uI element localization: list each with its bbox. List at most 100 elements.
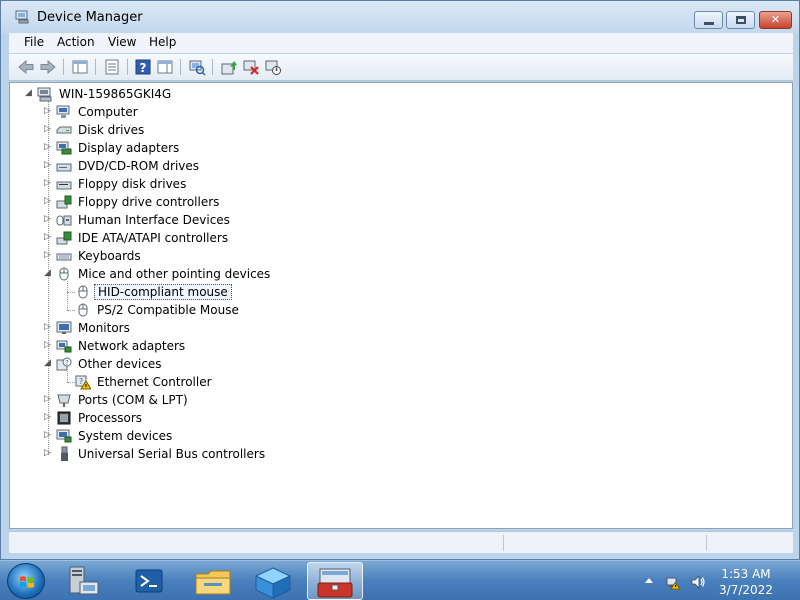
start-button[interactable] (7, 563, 45, 599)
tree-category[interactable]: ▷ Disk drives (10, 121, 510, 139)
menu-help[interactable]: Help (149, 35, 176, 49)
update-driver-button[interactable] (220, 58, 238, 76)
title-bar[interactable]: Device Manager ✕ (1, 1, 799, 33)
toolbar-separator (95, 59, 96, 75)
taskbar-app-powershell[interactable] (122, 562, 178, 600)
unknown-device-warning-icon: ? (75, 375, 91, 390)
show-hide-action-pane-button[interactable] (156, 58, 174, 76)
svg-text:?: ? (65, 359, 69, 367)
network-status-icon[interactable] (666, 574, 682, 590)
menu-bar: File Action View Help (9, 33, 793, 53)
expand-arrow-icon[interactable]: ▷ (44, 340, 53, 351)
expand-arrow-icon[interactable]: ▷ (44, 106, 53, 117)
tree-category[interactable]: ▷ Floppy disk drives (10, 175, 510, 193)
minimize-icon (704, 22, 714, 25)
show-hide-console-tree-button[interactable] (71, 58, 89, 76)
clock-date: 3/7/2022 (719, 583, 773, 597)
expand-arrow-icon[interactable]: ▷ (44, 448, 53, 459)
minimize-button[interactable] (694, 11, 723, 29)
expand-arrow-icon[interactable]: ▷ (44, 232, 53, 243)
toolbar-separator (212, 59, 213, 75)
close-icon: ✕ (770, 13, 781, 26)
tree-category-label: Universal Serial Bus controllers (78, 447, 266, 461)
collapse-arrow-icon[interactable]: ◢ (44, 268, 53, 279)
tree-device[interactable]: PS/2 Compatible Mouse (10, 301, 510, 319)
svg-text:?: ? (140, 61, 147, 75)
tree-category[interactable]: ▷ Universal Serial Bus controllers (10, 445, 510, 463)
expand-arrow-icon[interactable]: ▷ (44, 196, 53, 207)
processor-icon (57, 411, 71, 425)
taskbar-app-device-manager-taskbar[interactable] (307, 562, 363, 600)
tree-category-label: DVD/CD-ROM drives (78, 159, 200, 173)
tree-category[interactable]: ▷ Monitors (10, 319, 510, 337)
status-separator (503, 535, 504, 551)
tree-category[interactable]: ▷ DVD/CD-ROM drives (10, 157, 510, 175)
computer-icon (56, 105, 70, 118)
tree-device[interactable]: ? Ethernet Controller (10, 373, 510, 391)
status-separator (706, 535, 707, 551)
tree-category[interactable]: ▷ Floppy drive controllers (10, 193, 510, 211)
show-hidden-icons-arrow-icon[interactable] (643, 575, 655, 587)
file-explorer-icon (195, 570, 231, 595)
maximize-button[interactable] (726, 11, 755, 29)
close-button[interactable]: ✕ (759, 11, 792, 29)
properties-button[interactable] (103, 58, 121, 76)
tree-category[interactable]: ▷ Ports (COM & LPT) (10, 391, 510, 409)
expand-arrow-icon[interactable]: ▷ (44, 124, 53, 135)
expand-arrow-icon[interactable]: ▷ (44, 394, 53, 405)
tree-category[interactable]: ▷ Network adapters (10, 337, 510, 355)
expand-arrow-icon[interactable]: ▷ (44, 178, 53, 189)
mouse-icon (59, 267, 69, 281)
clock-time: 1:53 AM (721, 567, 771, 581)
expand-arrow-icon[interactable]: ▷ (44, 142, 53, 153)
uninstall-device-button[interactable] (242, 58, 260, 76)
tree-device[interactable]: HID-compliant mouse (10, 283, 510, 301)
tree-category[interactable]: ▷ IDE ATA/ATAPI controllers (10, 229, 510, 247)
tree-category[interactable]: ▷ Keyboards (10, 247, 510, 265)
collapse-arrow-icon[interactable]: ◢ (25, 88, 34, 99)
volume-icon[interactable] (690, 574, 706, 590)
taskbar: 1:53 AM 3/7/2022 (0, 560, 800, 600)
expand-arrow-icon[interactable]: ▷ (44, 430, 53, 441)
collapse-arrow-icon[interactable]: ◢ (44, 358, 53, 369)
tree-device-label: PS/2 Compatible Mouse (97, 303, 239, 317)
tree-category-label: IDE ATA/ATAPI controllers (78, 231, 229, 245)
toolbar-separator (127, 59, 128, 75)
tree-category-label: Display adapters (78, 141, 180, 155)
floppy-drive-icon (56, 181, 72, 190)
monitor-icon (56, 321, 72, 334)
tree-root-label: WIN-159865GKI4G (59, 87, 172, 101)
dvd-drive-icon (56, 163, 72, 172)
expand-arrow-icon[interactable]: ▷ (44, 250, 53, 261)
menu-view[interactable]: View (108, 35, 136, 49)
disable-device-button[interactable] (264, 58, 282, 76)
tree-category[interactable]: ◢ Mice and other pointing devices (10, 265, 510, 283)
device-manager-taskbar-icon (317, 568, 353, 598)
back-button[interactable] (17, 58, 35, 76)
menu-file[interactable]: File (24, 35, 44, 49)
tree-category[interactable]: ▷ Processors (10, 409, 510, 427)
expand-arrow-icon[interactable]: ▷ (44, 160, 53, 171)
expand-arrow-icon[interactable]: ▷ (44, 322, 53, 333)
help-button[interactable]: ? (134, 58, 152, 76)
taskbar-app-server-manager[interactable] (62, 562, 118, 600)
expand-arrow-icon[interactable]: ▷ (44, 214, 53, 225)
toolbar: ? (9, 54, 793, 81)
tree-category[interactable]: ▷ Computer (10, 103, 510, 121)
expand-arrow-icon[interactable]: ▷ (44, 412, 53, 423)
taskbar-clock[interactable]: 1:53 AM 3/7/2022 (706, 566, 786, 598)
tree-category[interactable]: ▷ System devices (10, 427, 510, 445)
tree-device-label: Ethernet Controller (97, 375, 212, 389)
tree-category[interactable]: ◢? Other devices (10, 355, 510, 373)
tree-category[interactable]: ▷ Display adapters (10, 139, 510, 157)
forward-button[interactable] (39, 58, 57, 76)
device-tree[interactable]: ◢ WIN-159865GKI4G ▷ Computer ▷ Disk drives ▷… (9, 82, 793, 529)
other-devices-icon: ? (56, 357, 72, 371)
tree-category[interactable]: ▷ Human Interface Devices (10, 211, 510, 229)
taskbar-app-file-explorer[interactable] (186, 562, 242, 600)
taskbar-app-network[interactable] (246, 562, 302, 600)
tree-root-node[interactable]: ◢ WIN-159865GKI4G (10, 85, 310, 103)
scan-for-hardware-changes-button[interactable] (188, 58, 206, 76)
tree-category-label: System devices (78, 429, 173, 443)
menu-action[interactable]: Action (57, 35, 95, 49)
